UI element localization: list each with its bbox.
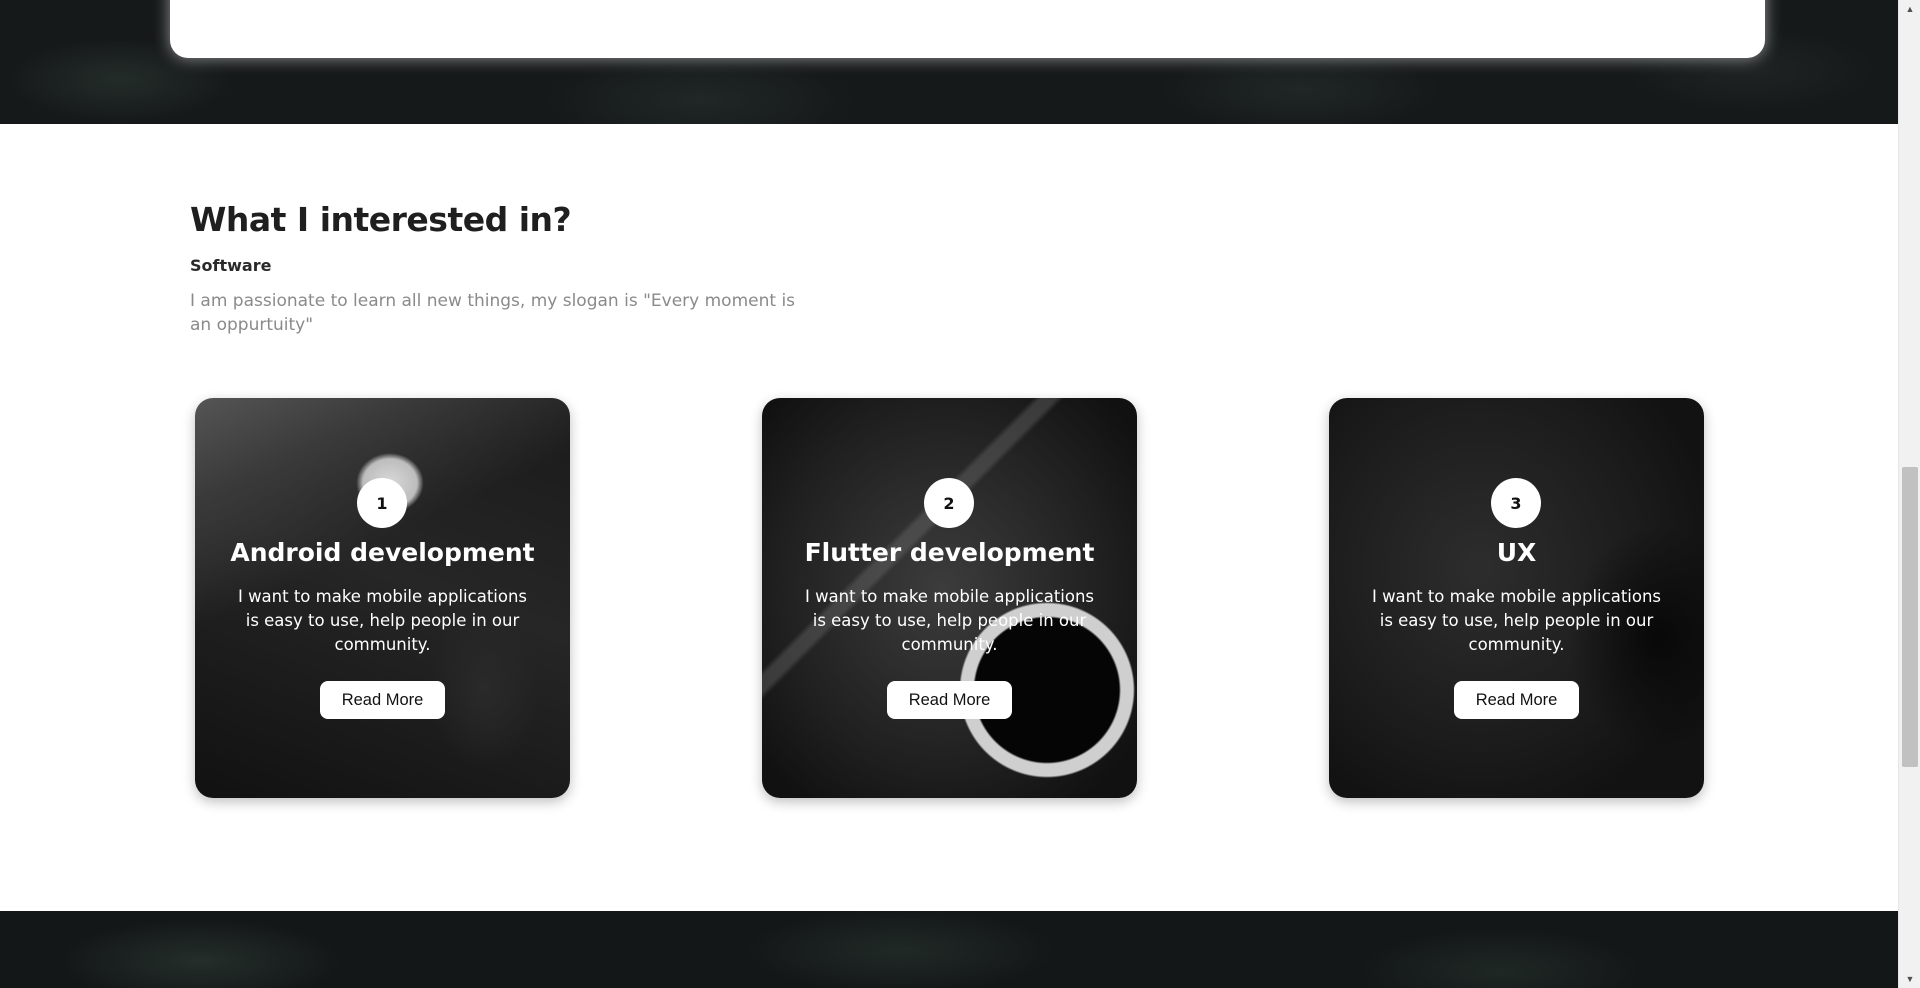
card-description: I want to make mobile applications is ea… — [237, 587, 528, 654]
interest-card-flutter: 2 Flutter development I want to make mob… — [762, 398, 1137, 798]
bottom-background-band — [0, 911, 1898, 988]
read-more-button[interactable]: Read More — [887, 681, 1012, 719]
card-number-badge: 2 — [924, 478, 974, 528]
card-number-badge: 3 — [1491, 478, 1541, 528]
interest-card-ux: 3 UX I want to make mobile applications … — [1329, 398, 1704, 798]
card-title: Flutter development — [804, 538, 1095, 567]
section-title: What I interested in? — [190, 200, 572, 239]
vertical-scrollbar[interactable]: ▲ ▼ — [1898, 0, 1920, 988]
top-background-band — [0, 0, 1898, 124]
section-subtitle: Software — [190, 256, 272, 275]
card-title: UX — [1496, 538, 1537, 567]
card-description: I want to make mobile applications is ea… — [1371, 587, 1662, 654]
triangle-down-icon[interactable]: ▼ — [1899, 970, 1920, 988]
triangle-up-icon[interactable]: ▲ — [1899, 0, 1920, 18]
scrollbar-thumb[interactable] — [1902, 467, 1918, 767]
interest-card-android: 1 Android development I want to make mob… — [195, 398, 570, 798]
card-description: I want to make mobile applications is ea… — [804, 587, 1095, 654]
top-content-card — [170, 0, 1765, 58]
card-number-badge: 1 — [357, 478, 407, 528]
card-title: Android development — [230, 538, 535, 567]
section-description: I am passionate to learn all new things,… — [190, 291, 796, 335]
read-more-button[interactable]: Read More — [1454, 681, 1579, 719]
read-more-button[interactable]: Read More — [320, 681, 445, 719]
